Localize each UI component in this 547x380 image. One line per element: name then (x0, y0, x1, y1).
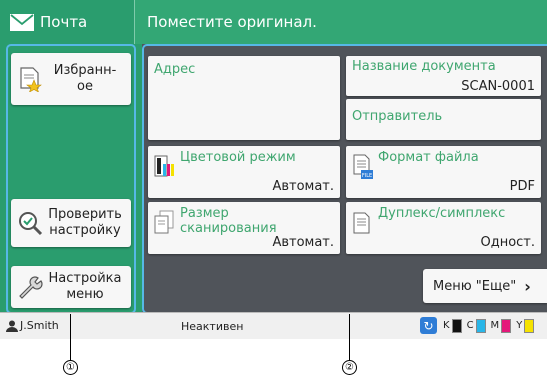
favorites-button[interactable]: Избранн- ое (11, 53, 131, 105)
document-name-tile[interactable]: Название документа SCAN-0001 (346, 56, 541, 96)
color-mode-tile[interactable]: Цветовой режим Автомат. (148, 146, 340, 198)
envelope-icon (10, 13, 34, 31)
user-indicator[interactable]: J.Smith (6, 319, 59, 332)
ink-k-letter: K (443, 320, 450, 331)
duplex-icon (353, 212, 370, 234)
more-menu-button[interactable]: Меню "Еще" › (423, 269, 547, 303)
wrench-icon (19, 276, 43, 299)
scan-size-icon (154, 210, 174, 234)
sender-label: Отправитель (352, 109, 443, 124)
ink-m-bar (501, 318, 512, 333)
file-format-icon: FILE (353, 154, 373, 179)
color-mode-icon (154, 155, 174, 177)
app-title: Почта (40, 13, 88, 31)
color-mode-label: Цветовой режим (180, 150, 296, 165)
file-format-label: Формат файла (378, 150, 479, 165)
menu-settings-label: Настройка меню (48, 271, 122, 302)
file-format-value: PDF (509, 179, 535, 194)
magnifier-check-icon (19, 212, 43, 236)
status-bar: J.Smith Неактивен ↻ K C M Y (0, 312, 547, 339)
sync-icon: ↻ (420, 317, 437, 334)
file-format-tile[interactable]: FILE Формат файла PDF (346, 146, 541, 198)
sender-tile[interactable]: Отправитель (346, 99, 541, 140)
scan-size-tile[interactable]: Размер сканирования Автомат. (148, 202, 340, 254)
ink-c-letter: C (466, 320, 474, 331)
document-name-label: Название документа (352, 59, 496, 74)
ink-m-letter: M (490, 320, 500, 331)
duplex-tile[interactable]: Дуплекс/симплекс Одност. (346, 202, 541, 254)
panel-screen: Почта Поместите оригинал. Избранн- ое Пр… (0, 0, 547, 339)
app-title-bar: Почта (0, 0, 134, 44)
ink-k: K (443, 318, 462, 333)
user-icon (6, 320, 18, 332)
machine-status: Неактивен (181, 320, 244, 333)
toner-levels: ↻ K C M Y (420, 317, 539, 334)
address-tile[interactable]: Адрес (148, 56, 340, 140)
file-badge-text: FILE (362, 173, 372, 179)
callout-1: ① (63, 360, 78, 375)
menu-settings-button[interactable]: Настройка меню (11, 266, 131, 308)
favorites-icon (20, 67, 42, 92)
duplex-value: Одност. (480, 235, 535, 250)
header-message: Поместите оригинал. (147, 13, 317, 31)
ink-m: M (490, 318, 512, 333)
ink-k-bar (451, 318, 462, 333)
scan-size-value: Автомат. (272, 235, 334, 250)
color-mode-value: Автомат. (272, 179, 334, 194)
check-settings-button[interactable]: Проверить настройку (11, 199, 131, 247)
ink-c: C (466, 318, 486, 333)
ink-c-bar (475, 318, 486, 333)
more-menu-label: Меню "Еще" (433, 278, 517, 294)
scan-size-label: Размер сканирования (180, 206, 277, 236)
callout-2: ② (342, 360, 357, 375)
document-name-value: SCAN-0001 (461, 79, 535, 94)
settings-panel: Адрес Название документа SCAN-0001 Отпра… (142, 44, 547, 312)
ink-y-bar (524, 318, 535, 333)
address-label: Адрес (154, 62, 196, 77)
check-settings-label: Проверить настройку (48, 207, 122, 238)
duplex-label: Дуплекс/симплекс (378, 206, 506, 221)
chevron-right-icon: › (524, 276, 531, 296)
sidebar: Избранн- ое Проверить настройку Настройк… (0, 44, 142, 312)
callout-line-2 (349, 314, 350, 361)
header-message-bar: Поместите оригинал. (134, 0, 547, 44)
ink-y: Y (516, 318, 535, 333)
favorites-label: Избранн- ое (53, 63, 117, 94)
ink-y-letter: Y (516, 320, 523, 331)
user-name: J.Smith (20, 319, 59, 332)
callout-line-1 (70, 314, 71, 361)
